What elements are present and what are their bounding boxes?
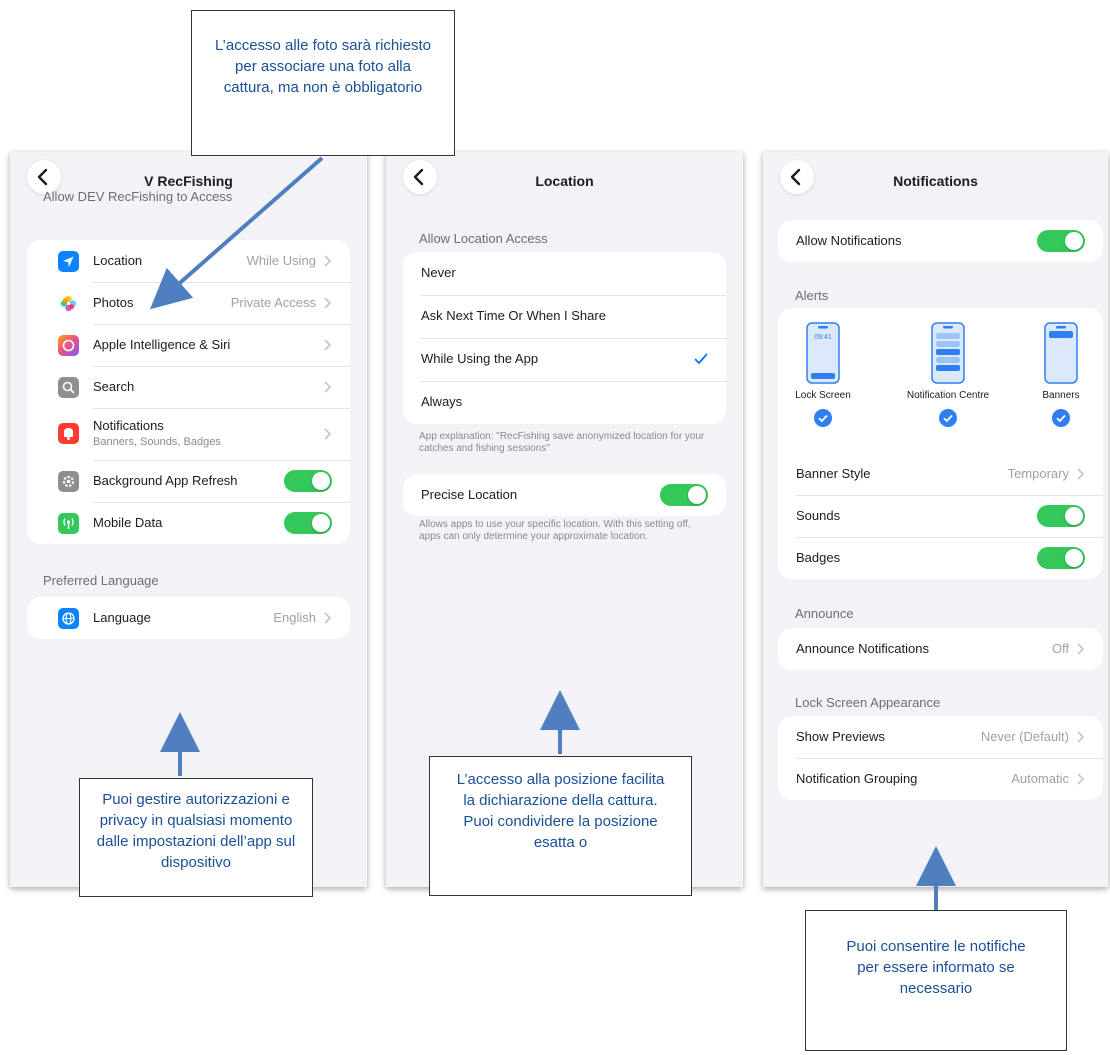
notifications-callout: Puoi consentire le notifiche per essere … — [805, 910, 1067, 1051]
privacy-callout: Puoi gestire autorizzazioni e privacy in… — [79, 778, 313, 897]
photos-callout: L’accesso alle foto sarà richiesto per a… — [191, 10, 455, 156]
arrow-to-photos — [149, 156, 324, 310]
location-callout: L’accesso alla posizione facilita la dic… — [429, 756, 692, 896]
